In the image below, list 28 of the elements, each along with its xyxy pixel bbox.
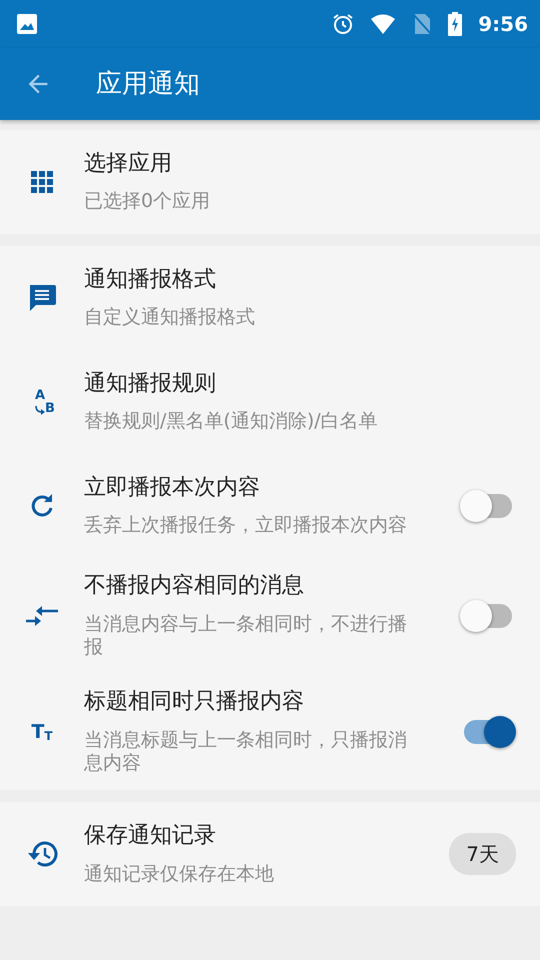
wifi-icon [370, 14, 396, 34]
text-size-icon: TT [31, 722, 53, 742]
item-title: 不播报内容相同的消息 [84, 572, 305, 600]
item-subtitle: 通知记录仅保存在本地 [84, 862, 275, 886]
item-subtitle: 当消息内容与上一条相同时，不进行播报 [84, 612, 408, 660]
retention-chip[interactable]: 7天 [449, 833, 516, 876]
item-subtitle: 已选择0个应用 [84, 190, 212, 214]
no-sim-icon [412, 13, 432, 35]
item-title: 通知播报规则 [84, 370, 217, 398]
toolbar-title: 应用通知 [96, 68, 200, 100]
grid-icon [31, 171, 53, 193]
item-subtitle: 丢弃上次播报任务，立即播报本次内容 [84, 514, 408, 538]
item-subtitle: 自定义通知播报格式 [84, 306, 256, 330]
item-title: 保存通知记录 [84, 822, 217, 850]
item-title: 标题相同时只播报内容 [84, 688, 305, 716]
item-subtitle: 当消息标题与上一条相同时，只播报消息内容 [84, 728, 408, 776]
message-icon [27, 283, 57, 313]
alarm-icon [332, 13, 354, 35]
image-icon [16, 13, 38, 35]
history-icon [26, 840, 58, 868]
item-title: 立即播报本次内容 [84, 474, 261, 502]
status-time: 9:56 [478, 11, 528, 38]
item-subtitle: 替换规则/黑名单(通知消除)/白名单 [84, 410, 379, 434]
item-title: 通知播报格式 [84, 266, 217, 294]
merge-arrows-icon [26, 605, 58, 628]
refresh-icon [29, 493, 55, 519]
item-title: 选择应用 [84, 150, 173, 178]
battery-icon [448, 12, 462, 36]
